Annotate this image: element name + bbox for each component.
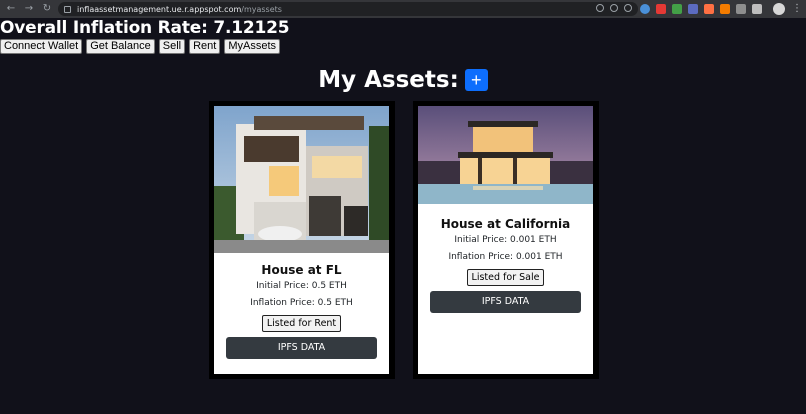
asset-image xyxy=(214,106,389,253)
ipfs-data-button[interactable]: IPFS DATA xyxy=(430,290,581,313)
address-bar[interactable]: inflaassetmanagement.ue.r.appspot.com/my… xyxy=(58,2,638,16)
reload-icon[interactable]: ↻ xyxy=(40,2,54,16)
zoom-icon[interactable] xyxy=(596,4,604,12)
connect-wallet-button[interactable]: Connect Wallet xyxy=(0,39,83,54)
ipfs-data-button[interactable]: IPFS DATA xyxy=(226,336,377,359)
listing-status-button[interactable]: Listed for Sale xyxy=(466,269,545,286)
asset-card: House at FL Initial Price: 0.5 ETH Infla… xyxy=(209,101,395,379)
forward-icon[interactable]: → xyxy=(22,2,36,16)
lock-icon xyxy=(64,5,71,13)
listing-status-button[interactable]: Listed for Rent xyxy=(261,315,342,332)
add-asset-button[interactable]: + xyxy=(464,69,488,91)
sell-button[interactable]: Sell xyxy=(158,39,186,54)
url-host: inflaassetmanagement.ue.r.appspot.com xyxy=(77,4,242,14)
browser-toolbar: ← → ↻ inflaassetmanagement.ue.r.appspot.… xyxy=(0,0,806,18)
puzzle-icon[interactable] xyxy=(736,4,746,14)
url-path: /myassets xyxy=(241,4,282,14)
initial-price: Initial Price: 0.5 ETH xyxy=(256,281,347,291)
my-assets-button[interactable]: MyAssets xyxy=(224,39,281,54)
assets-title: My Assets: xyxy=(318,67,459,93)
share-icon[interactable] xyxy=(610,4,618,12)
extension-icon[interactable] xyxy=(640,4,650,14)
nav-bar: Connect Wallet Get Balance Sell Rent MyA… xyxy=(0,39,281,54)
page-title: Overall Inflation Rate: 7.12125 xyxy=(0,18,290,38)
extension-icon[interactable] xyxy=(688,4,698,14)
inflation-price: Inflation Price: 0.001 ETH xyxy=(448,252,563,262)
extension-icon[interactable] xyxy=(656,4,666,14)
metamask-icon[interactable] xyxy=(720,4,730,14)
asset-image xyxy=(418,106,593,204)
rent-button[interactable]: Rent xyxy=(189,39,221,54)
extension-icon[interactable] xyxy=(704,4,714,14)
inflation-price: Inflation Price: 0.5 ETH xyxy=(250,298,353,308)
assets-header: My Assets: + xyxy=(0,67,806,93)
menu-dots-icon[interactable]: ⋮ xyxy=(792,2,802,16)
initial-price: Initial Price: 0.001 ETH xyxy=(454,235,557,245)
extension-icon[interactable] xyxy=(672,4,682,14)
asset-card: House at California Initial Price: 0.001… xyxy=(413,101,599,379)
side-panel-icon[interactable] xyxy=(752,4,762,14)
get-balance-button[interactable]: Get Balance xyxy=(86,39,155,54)
avatar[interactable] xyxy=(773,3,785,15)
bookmark-star-icon[interactable] xyxy=(624,4,632,12)
asset-name: House at FL xyxy=(261,263,342,277)
back-icon[interactable]: ← xyxy=(4,2,18,16)
asset-name: House at California xyxy=(440,217,571,231)
